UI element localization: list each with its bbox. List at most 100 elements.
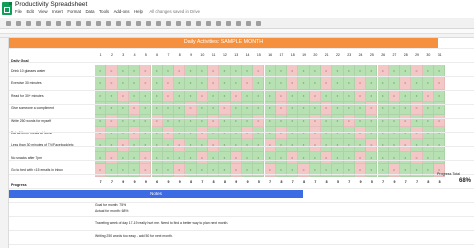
day-number[interactable]: 18	[287, 53, 298, 57]
habit-cell[interactable]: x	[366, 114, 378, 127]
habit-cell[interactable]: x	[422, 151, 434, 165]
progress-value[interactable]: 9	[163, 180, 174, 184]
habit-cell[interactable]: x	[151, 77, 163, 90]
habit-cell[interactable]: x	[95, 77, 107, 90]
habit-cell[interactable]: x	[196, 77, 208, 90]
habit-cell[interactable]: x	[422, 114, 434, 127]
habit-cell[interactable]: x	[117, 114, 129, 127]
toolbar-icon[interactable]	[236, 21, 241, 26]
habit-cell[interactable]: x	[287, 114, 299, 127]
habit-cell[interactable]: x	[434, 127, 446, 140]
toolbar-icon[interactable]	[166, 21, 171, 26]
habit-cell[interactable]: x	[366, 77, 378, 90]
menu-item-file[interactable]: File	[15, 9, 22, 14]
day-number[interactable]: 14	[242, 53, 253, 57]
habit-label[interactable]: Give someone a compliment	[11, 106, 54, 110]
habit-cell[interactable]: x	[377, 114, 389, 127]
habit-cell[interactable]: x	[208, 151, 220, 165]
habit-cell[interactable]: x	[366, 151, 378, 165]
toolbar-icon[interactable]	[156, 21, 161, 26]
day-number[interactable]: 8	[174, 53, 185, 57]
note-line[interactable]: Goal for month: 75%	[95, 203, 126, 207]
day-number[interactable]: 21	[321, 53, 332, 57]
toolbar-icon[interactable]	[126, 21, 131, 26]
notes-header[interactable]: Notes	[9, 190, 303, 198]
habit-cell[interactable]: x	[275, 114, 288, 127]
habit-cell[interactable]: x	[343, 127, 355, 140]
toolbar-icon[interactable]	[216, 21, 221, 26]
progress-value[interactable]: 8	[423, 180, 434, 184]
menu-item-format[interactable]: Format	[67, 9, 81, 14]
habit-cell[interactable]: o	[208, 114, 220, 127]
habit-cell[interactable]: x	[377, 127, 389, 140]
progress-value[interactable]: 9	[174, 180, 185, 184]
habit-cell[interactable]: o	[128, 127, 141, 140]
habit-cell[interactable]: x	[174, 151, 186, 165]
progress-value[interactable]: 7	[344, 180, 355, 184]
habit-cell[interactable]: x	[219, 89, 231, 103]
habit-cell[interactable]: x	[151, 151, 163, 165]
day-number[interactable]: 20	[310, 53, 321, 57]
habit-cell[interactable]: x	[230, 77, 242, 90]
habit-cell[interactable]: x	[377, 151, 389, 165]
progress-value[interactable]: 7	[378, 180, 389, 184]
progress-value[interactable]: 8	[208, 180, 219, 184]
habit-cell[interactable]: x	[95, 89, 107, 103]
habit-cell[interactable]: o	[253, 114, 265, 127]
habit-cell[interactable]: x	[128, 151, 141, 165]
progress-value[interactable]: 9	[242, 180, 253, 184]
habit-cell[interactable]: x	[366, 127, 378, 140]
day-number[interactable]: 29	[411, 53, 422, 57]
habit-cell[interactable]: x	[332, 114, 344, 127]
progress-value[interactable]: 6	[152, 180, 163, 184]
progress-value[interactable]: 9	[129, 180, 140, 184]
habit-cell[interactable]: x	[400, 151, 412, 165]
habit-cell[interactable]: o	[208, 77, 220, 90]
habit-cell[interactable]: x	[140, 89, 152, 103]
habit-cell[interactable]: o	[354, 151, 367, 165]
habit-cell[interactable]: o	[95, 127, 107, 140]
progress-value[interactable]: 9	[389, 180, 400, 184]
menu-item-view[interactable]: View	[38, 9, 47, 14]
day-number[interactable]: 7	[163, 53, 174, 57]
habit-label[interactable]: Drink 10 glasses water	[11, 69, 45, 73]
habit-cell[interactable]: x	[264, 127, 276, 140]
habit-cell[interactable]: x	[298, 114, 310, 127]
progress-value[interactable]: 8	[434, 180, 445, 184]
day-number[interactable]: 12	[219, 53, 230, 57]
habit-cell[interactable]: x	[253, 151, 265, 165]
habit-label[interactable]: Exercise 30 minutes	[11, 81, 42, 85]
progress-value[interactable]: 9	[231, 180, 242, 184]
habit-cell[interactable]: o	[162, 127, 175, 140]
habit-cell[interactable]: x	[264, 151, 276, 165]
habit-cell[interactable]: x	[128, 77, 141, 90]
habit-cell[interactable]: x	[219, 151, 231, 165]
habit-cell[interactable]: x	[298, 127, 310, 140]
menu-item-tools[interactable]: Tools	[99, 9, 109, 14]
habit-cell[interactable]: o	[434, 77, 446, 90]
day-number[interactable]: 19	[298, 53, 309, 57]
progress-value[interactable]: 9	[140, 180, 151, 184]
habit-cell[interactable]: o	[354, 89, 367, 103]
progress-value[interactable]: 7	[287, 180, 298, 184]
habit-cell[interactable]: x	[117, 77, 129, 90]
habit-cell[interactable]: x	[241, 114, 254, 127]
toolbar-icon[interactable]	[246, 21, 251, 26]
day-number[interactable]: 3	[118, 53, 129, 57]
note-line[interactable]: Writing 250 words too easy - add 50 for …	[95, 234, 173, 238]
day-number[interactable]: 27	[389, 53, 400, 57]
habit-cell[interactable]: x	[411, 89, 423, 103]
habit-cell[interactable]: x	[298, 151, 310, 165]
habit-cell[interactable]: x	[264, 77, 276, 90]
habit-cell[interactable]: x	[253, 89, 265, 103]
habit-cell[interactable]: x	[106, 89, 118, 103]
note-line[interactable]: Traveling week of day 17-19 really hurt …	[95, 221, 228, 225]
habit-cell[interactable]: o	[309, 127, 321, 140]
habit-cell[interactable]: x	[434, 151, 446, 165]
day-number[interactable]: 2	[106, 53, 117, 57]
day-number[interactable]: 23	[344, 53, 355, 57]
habit-cell[interactable]: o	[400, 114, 412, 127]
day-number[interactable]: 22	[332, 53, 343, 57]
toolbar-icon[interactable]	[6, 21, 11, 26]
habit-cell[interactable]: o	[162, 89, 175, 103]
